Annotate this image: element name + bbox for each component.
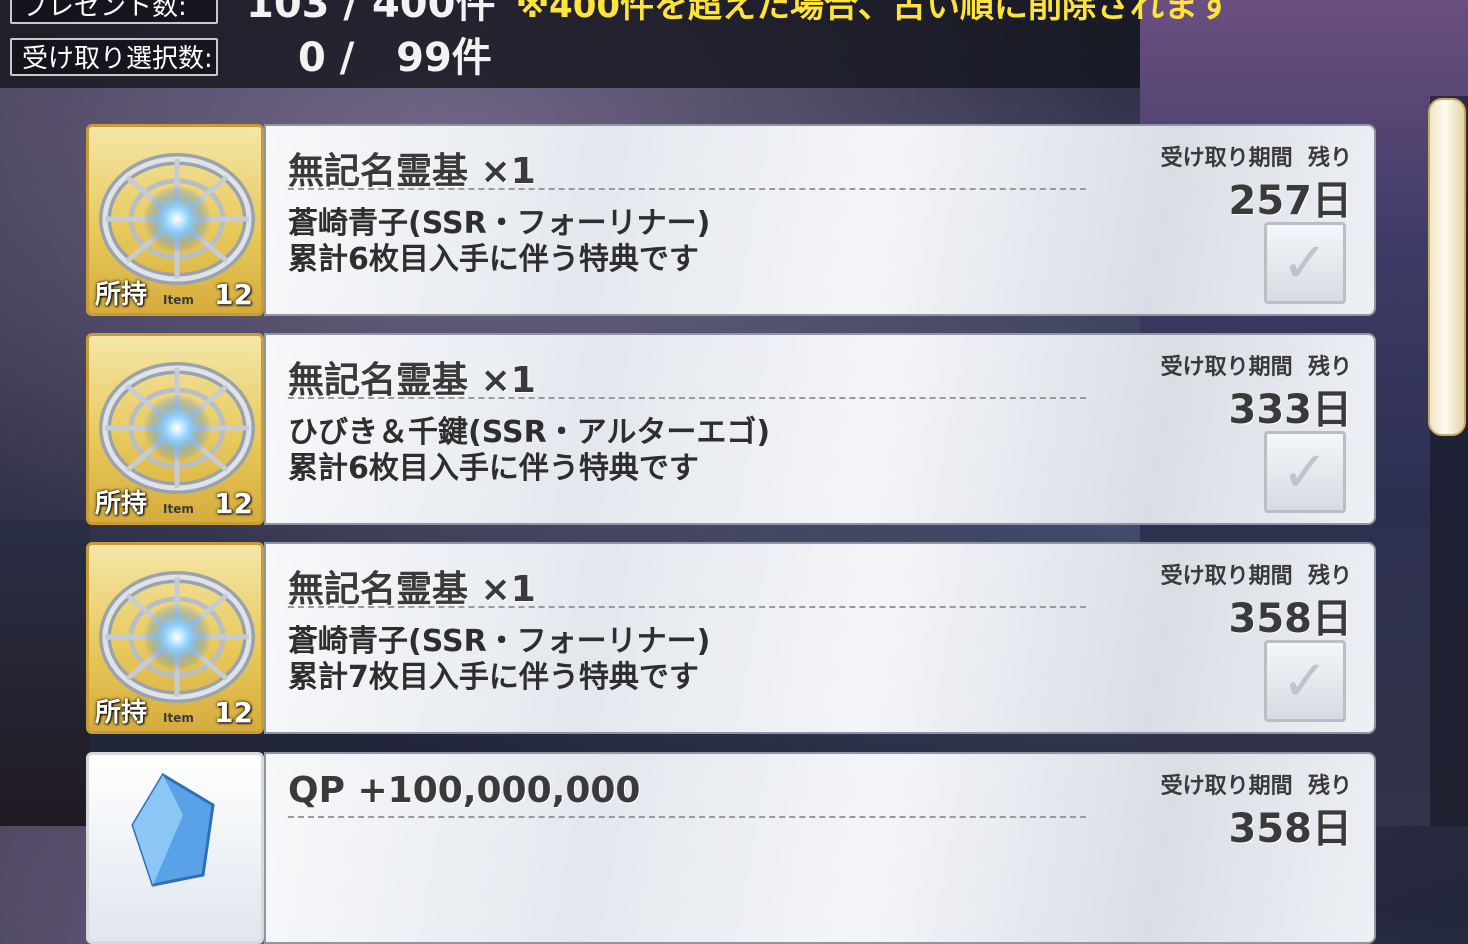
description-line: ひびき＆千鍵(SSR・アルターエゴ) — [288, 415, 771, 450]
divider — [288, 188, 1086, 190]
present-title: 無記名霊基 ×1 — [288, 569, 536, 610]
divider — [288, 606, 1086, 608]
description-line: 累計6枚目入手に伴う特典です — [288, 242, 699, 277]
check-icon[interactable]: ✓ — [1264, 640, 1346, 722]
days-remaining: 358日 — [1228, 596, 1353, 642]
check-icon[interactable]: ✓ — [1264, 431, 1346, 513]
divider — [288, 397, 1086, 399]
item-thumbnail — [86, 752, 264, 944]
owned-count: 12 — [214, 487, 253, 520]
check-icon[interactable]: ✓ — [1264, 222, 1346, 304]
present-title: 無記名霊基 ×1 — [288, 151, 536, 192]
owned-label: 所持 — [95, 698, 148, 728]
present-title: QP +100,000,000 — [288, 770, 641, 811]
present-row[interactable]: 所持 Item 12 無記名霊基 ×1 ひびき＆千鍵(SSR・アルターエゴ) 累… — [86, 333, 1376, 525]
description-line: 累計7枚目入手に伴う特典です — [288, 660, 699, 695]
present-count-label: プレゼント数: — [10, 0, 218, 24]
present-description: ひびき＆千鍵(SSR・アルターエゴ) 累計6枚目入手に伴う特典です — [288, 415, 770, 487]
owned-count: 12 — [214, 278, 253, 311]
qp-crystal-icon — [131, 772, 215, 887]
days-remaining: 358日 — [1228, 806, 1353, 852]
present-row[interactable]: QP +100,000,000 受け取り期間 残り 358日 — [86, 752, 1376, 944]
description-line: 蒼崎青子(SSR・フォーリナー) — [288, 206, 711, 241]
present-count-value: 103 / 400件 — [246, 0, 496, 27]
owned-count: 12 — [214, 696, 253, 729]
item-thumbnail: 所持 Item 12 — [86, 333, 264, 525]
present-description: 蒼崎青子(SSR・フォーリナー) 累計7枚目入手に伴う特典です — [288, 624, 710, 696]
header-bar: プレゼント数: 103 / 400件 ※400件を超えた場合、古い順に削除されま… — [0, 0, 1232, 88]
present-title: 無記名霊基 ×1 — [288, 360, 536, 401]
present-info-panel: 無記名霊基 ×1 ひびき＆千鍵(SSR・アルターエゴ) 累計6枚目入手に伴う特典… — [264, 333, 1376, 525]
item-thumbnail: 所持 Item 12 — [86, 542, 264, 734]
select-count-label: 受け取り選択数: — [10, 38, 218, 76]
spirit-origin-wheel-icon — [99, 153, 255, 285]
present-info-panel: QP +100,000,000 受け取り期間 残り 358日 — [264, 752, 1376, 944]
days-remaining: 257日 — [1228, 178, 1353, 224]
item-thumbnail: 所持 Item 12 — [86, 124, 264, 316]
present-row[interactable]: 所持 Item 12 無記名霊基 ×1 蒼崎青子(SSR・フォーリナー) 累計7… — [86, 542, 1376, 734]
owned-label: 所持 — [95, 489, 148, 519]
present-row[interactable]: 所持 Item 12 無記名霊基 ×1 蒼崎青子(SSR・フォーリナー) 累計6… — [86, 124, 1376, 316]
present-description: 蒼崎青子(SSR・フォーリナー) 累計6枚目入手に伴う特典です — [288, 206, 710, 278]
background-art-left — [0, 520, 90, 826]
spirit-origin-wheel-icon — [99, 362, 255, 494]
divider — [288, 816, 1086, 818]
description-line: 累計6枚目入手に伴う特典です — [288, 451, 699, 486]
spirit-origin-wheel-icon — [99, 571, 255, 703]
present-limit-warning: ※400件を超えた場合、古い順に削除されます — [516, 0, 1233, 26]
item-type-label: Item — [163, 293, 194, 307]
description-line: 蒼崎青子(SSR・フォーリナー) — [288, 624, 711, 659]
item-type-label: Item — [163, 711, 194, 725]
days-remaining: 333日 — [1228, 387, 1353, 433]
scrollbar-thumb[interactable] — [1428, 98, 1466, 436]
present-info-panel: 無記名霊基 ×1 蒼崎青子(SSR・フォーリナー) 累計6枚目入手に伴う特典です… — [264, 124, 1376, 316]
present-info-panel: 無記名霊基 ×1 蒼崎青子(SSR・フォーリナー) 累計7枚目入手に伴う特典です… — [264, 542, 1376, 734]
select-count-value: 0 / 99件 — [298, 35, 492, 81]
owned-label: 所持 — [95, 280, 148, 310]
item-type-label: Item — [163, 502, 194, 516]
